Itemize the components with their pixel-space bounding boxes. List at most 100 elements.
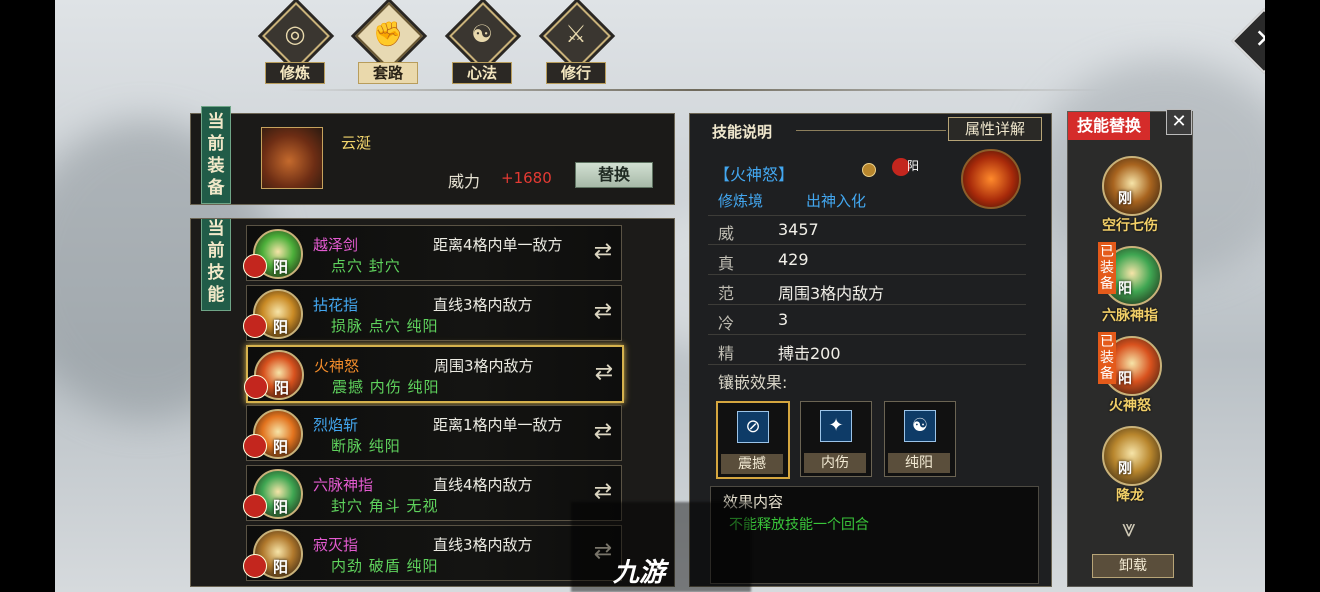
skill-row[interactable]: 阳 越泽剑 点穴 封穴 距离4格内单一敌方 ⇄ [243, 225, 622, 281]
skill-range: 距离4格内单一敌方 [433, 236, 563, 254]
element-label: 阳 [273, 498, 289, 516]
tab-label: 心法 [452, 62, 512, 84]
skill-range: 直线4格内敌方 [433, 476, 533, 494]
skill-range: 直线3格内敌方 [433, 296, 533, 314]
skill-row[interactable]: 阳 烈焰斩 断脉 纯阳 距离1格内单一敌方 ⇄ [243, 405, 622, 461]
skill-range: 周围3格内敌方 [434, 357, 534, 375]
fire-skill-icon [961, 149, 1021, 209]
skill-name: 越泽剑 [313, 236, 359, 254]
skill-tags: 断脉 纯阳 [331, 437, 401, 455]
inlay-label: 震撼 [721, 454, 783, 474]
close-icon: ✕ [1254, 24, 1265, 55]
element-label: 阳 [1118, 371, 1132, 387]
realm-value: 出神入化 [806, 192, 867, 210]
skill-name: 六脉神指 [313, 476, 374, 494]
stat-value: 周围3格内敌方 [778, 284, 885, 303]
realm-label: 修炼境 [718, 192, 764, 210]
skill-swap-title: 技能替换 [1068, 112, 1150, 140]
skill-description-title: 技能说明 [712, 123, 773, 141]
stat-key: 精 [718, 344, 735, 363]
element-badge-icon [243, 494, 267, 518]
skill-name: 寂灭指 [313, 536, 359, 554]
skill-row[interactable]: 阳寂灭指 内劲 破盾 纯阳 直线3格内敌方 ⇄ [243, 525, 622, 581]
skill-name: 烈焰斩 [313, 416, 359, 434]
swap-skill-name: 火神怒 [1109, 398, 1151, 414]
stat-value: 3 [778, 310, 789, 329]
pure-yang-icon: ☯ [904, 410, 936, 442]
stat-key: 威 [718, 224, 735, 243]
stat-value: 搏击200 [778, 344, 841, 363]
practice-icon: ⚔ [565, 20, 587, 48]
cultivation-icon: ◎ [284, 20, 306, 48]
element-label: 刚 [1118, 191, 1132, 207]
swap-arrows-icon[interactable]: ⇄ [589, 239, 617, 267]
tab-0[interactable]: ◎ 修炼 [255, 2, 335, 84]
skill-row[interactable]: 阳六脉神指 封穴 角斗 无视 直线4格内敌方 ⇄ [243, 465, 622, 521]
skill-row[interactable]: 阳 拈花指 损脉 点穴 纯阳 直线3格内敌方 ⇄ [243, 285, 622, 341]
stat-value: 429 [778, 250, 809, 269]
gauntlet-icon[interactable] [261, 127, 323, 189]
skill-tags: 损脉 点穴 纯阳 [331, 317, 439, 335]
watermark-text: 九游 [613, 558, 666, 588]
element-badge-icon [243, 314, 267, 338]
stat-key: 范 [718, 284, 735, 303]
swap-skill-icon[interactable] [1102, 426, 1162, 486]
swap-skill-name: 空行七伤 [1102, 218, 1158, 234]
swap-arrows-icon[interactable]: ⇄ [589, 299, 617, 327]
unload-button[interactable]: 卸载 [1092, 554, 1174, 578]
inlay-label: 纯阳 [888, 453, 950, 473]
skill-tags: 震撼 内伤 纯阳 [332, 378, 440, 396]
skill-range: 距离1格内单一敌方 [433, 416, 563, 434]
replace-button[interactable]: 替换 [575, 162, 653, 188]
chevron-down-icon[interactable]: ⩔ [1114, 514, 1144, 544]
effect-content-box: 效果内容 不能释放技能一个回合 [710, 486, 1039, 584]
internal-injury-icon: ✦ [820, 410, 852, 442]
divider [708, 334, 1026, 335]
equipped-tag: 已装备 [1098, 332, 1116, 384]
element-badge-icon [243, 554, 267, 578]
inlay-slot[interactable]: ✦ 内伤 [800, 401, 872, 477]
tab-label: 修行 [546, 62, 606, 84]
element-badge-icon [243, 254, 267, 278]
inlay-label: 内伤 [804, 453, 866, 473]
skill-range: 直线3格内敌方 [433, 536, 533, 554]
element-label: 刚 [1118, 461, 1132, 477]
divider [708, 215, 1026, 216]
power-label: 威力 [448, 172, 481, 191]
swap-skill-name: 六脉神指 [1102, 308, 1158, 324]
tab-1[interactable]: ✊ 套路 [348, 2, 428, 84]
equipped-tag: 已装备 [1098, 242, 1116, 294]
inlay-slot[interactable]: ⊘ 震撼 [716, 401, 790, 479]
swap-skill-name: 降龙 [1116, 488, 1144, 504]
stat-key: 真 [718, 254, 735, 273]
swap-skill-icon[interactable] [1102, 156, 1162, 216]
current-equipment-tag: 当 前 装 备 [201, 106, 231, 204]
element-label: 阳 [907, 159, 920, 173]
inlay-slot[interactable]: ☯ 纯阳 [884, 401, 956, 477]
divider [708, 274, 1026, 275]
skill-title: 【火神怒】 [714, 165, 795, 184]
swap-arrows-icon[interactable]: ⇄ [590, 360, 618, 388]
inlay-effects-title: 镶嵌效果: [718, 373, 788, 392]
equipment-name: 云涎 [341, 134, 372, 152]
stun-icon: ⊘ [737, 411, 769, 443]
tab-3[interactable]: ⚔ 修行 [536, 2, 616, 84]
close-button[interactable]: ✕ [1231, 8, 1265, 74]
element-badge-icon [243, 434, 267, 458]
power-value: +1680 [501, 169, 552, 187]
element-label: 阳 [274, 379, 290, 397]
skill-row[interactable]: 阳 火神怒震撼 内伤 纯阳 周围3格内敌方 ⇄ [244, 345, 624, 403]
tab-2[interactable]: ☯ 心法 [442, 2, 522, 84]
attribute-detail-button[interactable]: 属性详解 [948, 117, 1042, 141]
skill-name: 火神怒 [314, 357, 360, 375]
game-scene: ◎ 修炼 ✊ 套路 ☯ 心法 ⚔ 修行 ✕ 当 前 装 备 云涎 威力 +1680 替换 当 … [55, 0, 1265, 592]
element-badge-icon [244, 375, 268, 399]
stat-key: 冷 [718, 314, 735, 333]
swap-arrows-icon[interactable]: ⇄ [589, 419, 617, 447]
skill-swap-panel: 技能替换 ✕ 刚空行七伤阳已装备 六脉神指阳已装备 火神怒刚降龙 ⩔ 卸载 [1067, 109, 1193, 587]
current-equipment-panel: 当 前 装 备 云涎 威力 +1680 替换 [190, 106, 675, 205]
swap-close-button[interactable]: ✕ [1166, 109, 1192, 135]
skill-tags: 封穴 角斗 无视 [331, 497, 439, 515]
element-label: 阳 [273, 318, 289, 336]
fist-icon: ✊ [373, 20, 403, 48]
